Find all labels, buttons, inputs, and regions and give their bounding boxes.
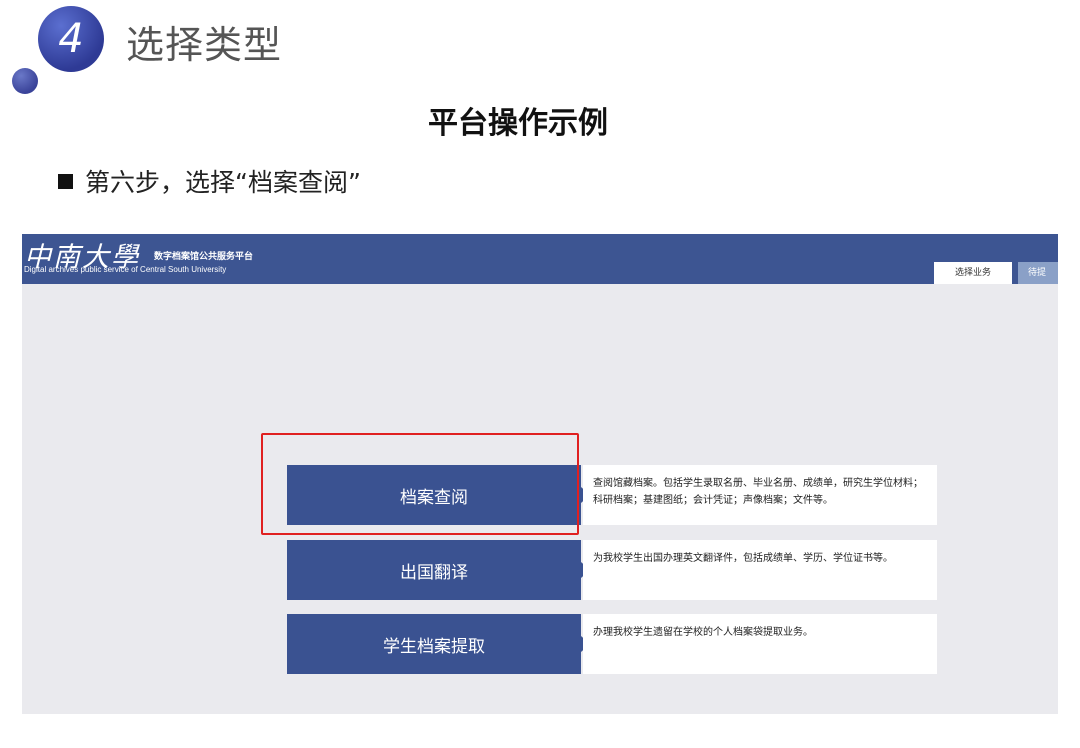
decorative-dot (12, 68, 38, 94)
slide-title: 选择类型 (126, 23, 283, 67)
service-row-translation: 出国翻译 为我校学生出国办理英文翻译件，包括成绩单、学历、学位证书等。 (287, 540, 937, 600)
service-row-archive-extraction: 学生档案提取 办理我校学生遗留在学校的个人档案袋提取业务。 (287, 614, 937, 674)
archive-extraction-button[interactable]: 学生档案提取 (287, 614, 581, 674)
platform-screenshot: 中南大學 数字档案馆公共服务平台 Digital archives public… (22, 234, 1058, 714)
translation-description: 为我校学生出国办理英文翻译件，包括成绩单、学历、学位证书等。 (583, 540, 937, 600)
platform-name-english: Digital archives public service of Centr… (24, 265, 227, 274)
bullet-item: 第六步，选择“档案查阅” (58, 163, 361, 199)
step-badge: 4 (38, 6, 104, 72)
bullet-square-icon (58, 173, 73, 189)
tab-select-business[interactable]: 选择业务 (934, 262, 1012, 284)
tab-pending[interactable]: 待提 (1018, 262, 1058, 284)
translation-button[interactable]: 出国翻译 (287, 540, 581, 600)
platform-name: 数字档案馆公共服务平台 (154, 252, 254, 262)
archive-extraction-description: 办理我校学生遗留在学校的个人档案袋提取业务。 (583, 614, 937, 674)
step-number: 4 (58, 16, 84, 62)
archive-query-button[interactable]: 档案查阅 (287, 465, 581, 525)
platform-header: 中南大學 数字档案馆公共服务平台 Digital archives public… (22, 234, 1058, 284)
service-row-archive-query: 档案查阅 查阅馆藏档案。包括学生录取名册、毕业名册、成绩单，研究生学位材料；科研… (287, 465, 937, 525)
archive-query-description: 查阅馆藏档案。包括学生录取名册、毕业名册、成绩单，研究生学位材料；科研档案；基建… (583, 465, 937, 525)
bullet-text: 第六步，选择“档案查阅” (85, 168, 361, 197)
page-heading: 平台操作示例 (428, 106, 608, 141)
